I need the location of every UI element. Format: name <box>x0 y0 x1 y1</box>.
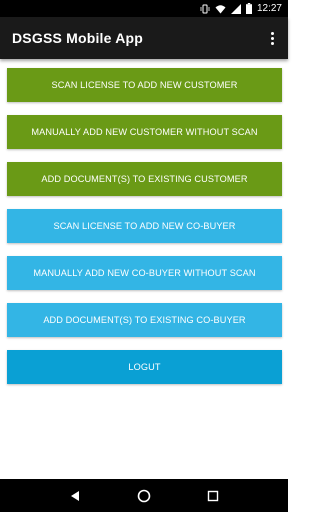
status-bar: 12:27 <box>0 0 288 17</box>
logout-button[interactable]: LOGUT <box>7 350 282 384</box>
app-bar: DSGSS Mobile App <box>0 17 288 59</box>
home-icon[interactable] <box>134 486 154 506</box>
menu-buttons: SCAN LICENSE TO ADD NEW CUSTOMER MANUALL… <box>7 68 282 397</box>
scan-license-new-cobuyer-button[interactable]: SCAN LICENSE TO ADD NEW CO-BUYER <box>7 209 282 243</box>
vibrate-icon <box>200 4 210 14</box>
manual-add-new-customer-button[interactable]: MANUALLY ADD NEW CUSTOMER WITHOUT SCAN <box>7 115 282 149</box>
add-documents-existing-cobuyer-button[interactable]: ADD DOCUMENT(S) TO EXISTING CO-BUYER <box>7 303 282 337</box>
add-documents-existing-customer-button[interactable]: ADD DOCUMENT(S) TO EXISTING CUSTOMER <box>7 162 282 196</box>
recents-icon[interactable] <box>203 486 223 506</box>
manual-add-new-cobuyer-button[interactable]: MANUALLY ADD NEW CO-BUYER WITHOUT SCAN <box>7 256 282 290</box>
status-time: 12:27 <box>256 3 282 14</box>
more-vert-icon[interactable] <box>264 26 280 50</box>
battery-icon <box>245 3 252 14</box>
wifi-icon <box>215 4 226 14</box>
navigation-bar <box>0 479 288 512</box>
back-icon[interactable] <box>65 486 85 506</box>
scan-license-new-customer-button[interactable]: SCAN LICENSE TO ADD NEW CUSTOMER <box>7 68 282 102</box>
app-title: DSGSS Mobile App <box>12 30 144 46</box>
signal-icon <box>230 3 241 14</box>
